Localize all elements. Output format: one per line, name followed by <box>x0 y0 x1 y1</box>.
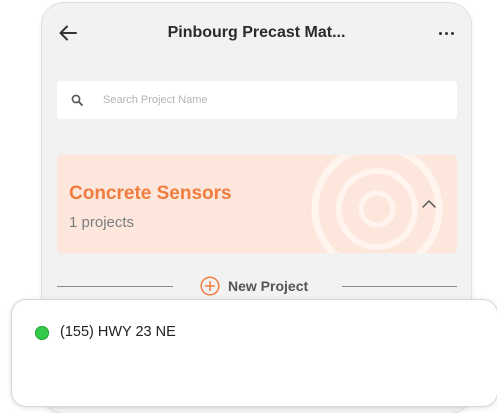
search-input[interactable] <box>101 93 435 107</box>
more-dots-icon-3 <box>450 31 454 35</box>
divider-left <box>57 286 173 287</box>
project-name: (155) HWY 23 NE <box>60 324 176 340</box>
group-title: Concrete Sensors <box>69 183 232 204</box>
screen: Pinbourg Precast Mat... Concr <box>0 0 497 413</box>
project-item-card[interactable]: (155) HWY 23 NE <box>12 300 497 406</box>
arrow-left-icon <box>59 25 77 41</box>
back-button[interactable] <box>56 21 80 45</box>
new-project-label: New Project <box>228 278 309 294</box>
new-project-button[interactable]: New Project <box>200 275 308 297</box>
search-icon <box>69 92 85 108</box>
divider-right <box>342 286 457 287</box>
more-dots-icon <box>438 31 442 35</box>
status-online-icon <box>35 326 49 340</box>
group-project-count: 1 projects <box>69 214 135 231</box>
more-options-button[interactable] <box>433 21 459 45</box>
page-title: Pinbourg Precast Mat... <box>167 24 346 41</box>
top-bar: Pinbourg Precast Mat... <box>42 3 471 63</box>
plus-circle-icon <box>200 276 220 296</box>
more-dots-icon-2 <box>444 31 448 35</box>
search-bar[interactable] <box>57 81 457 119</box>
collapse-button[interactable] <box>419 193 439 213</box>
project-group-concrete-sensors[interactable]: Concrete Sensors 1 projects <box>57 155 457 253</box>
chevron-up-icon <box>422 199 436 208</box>
